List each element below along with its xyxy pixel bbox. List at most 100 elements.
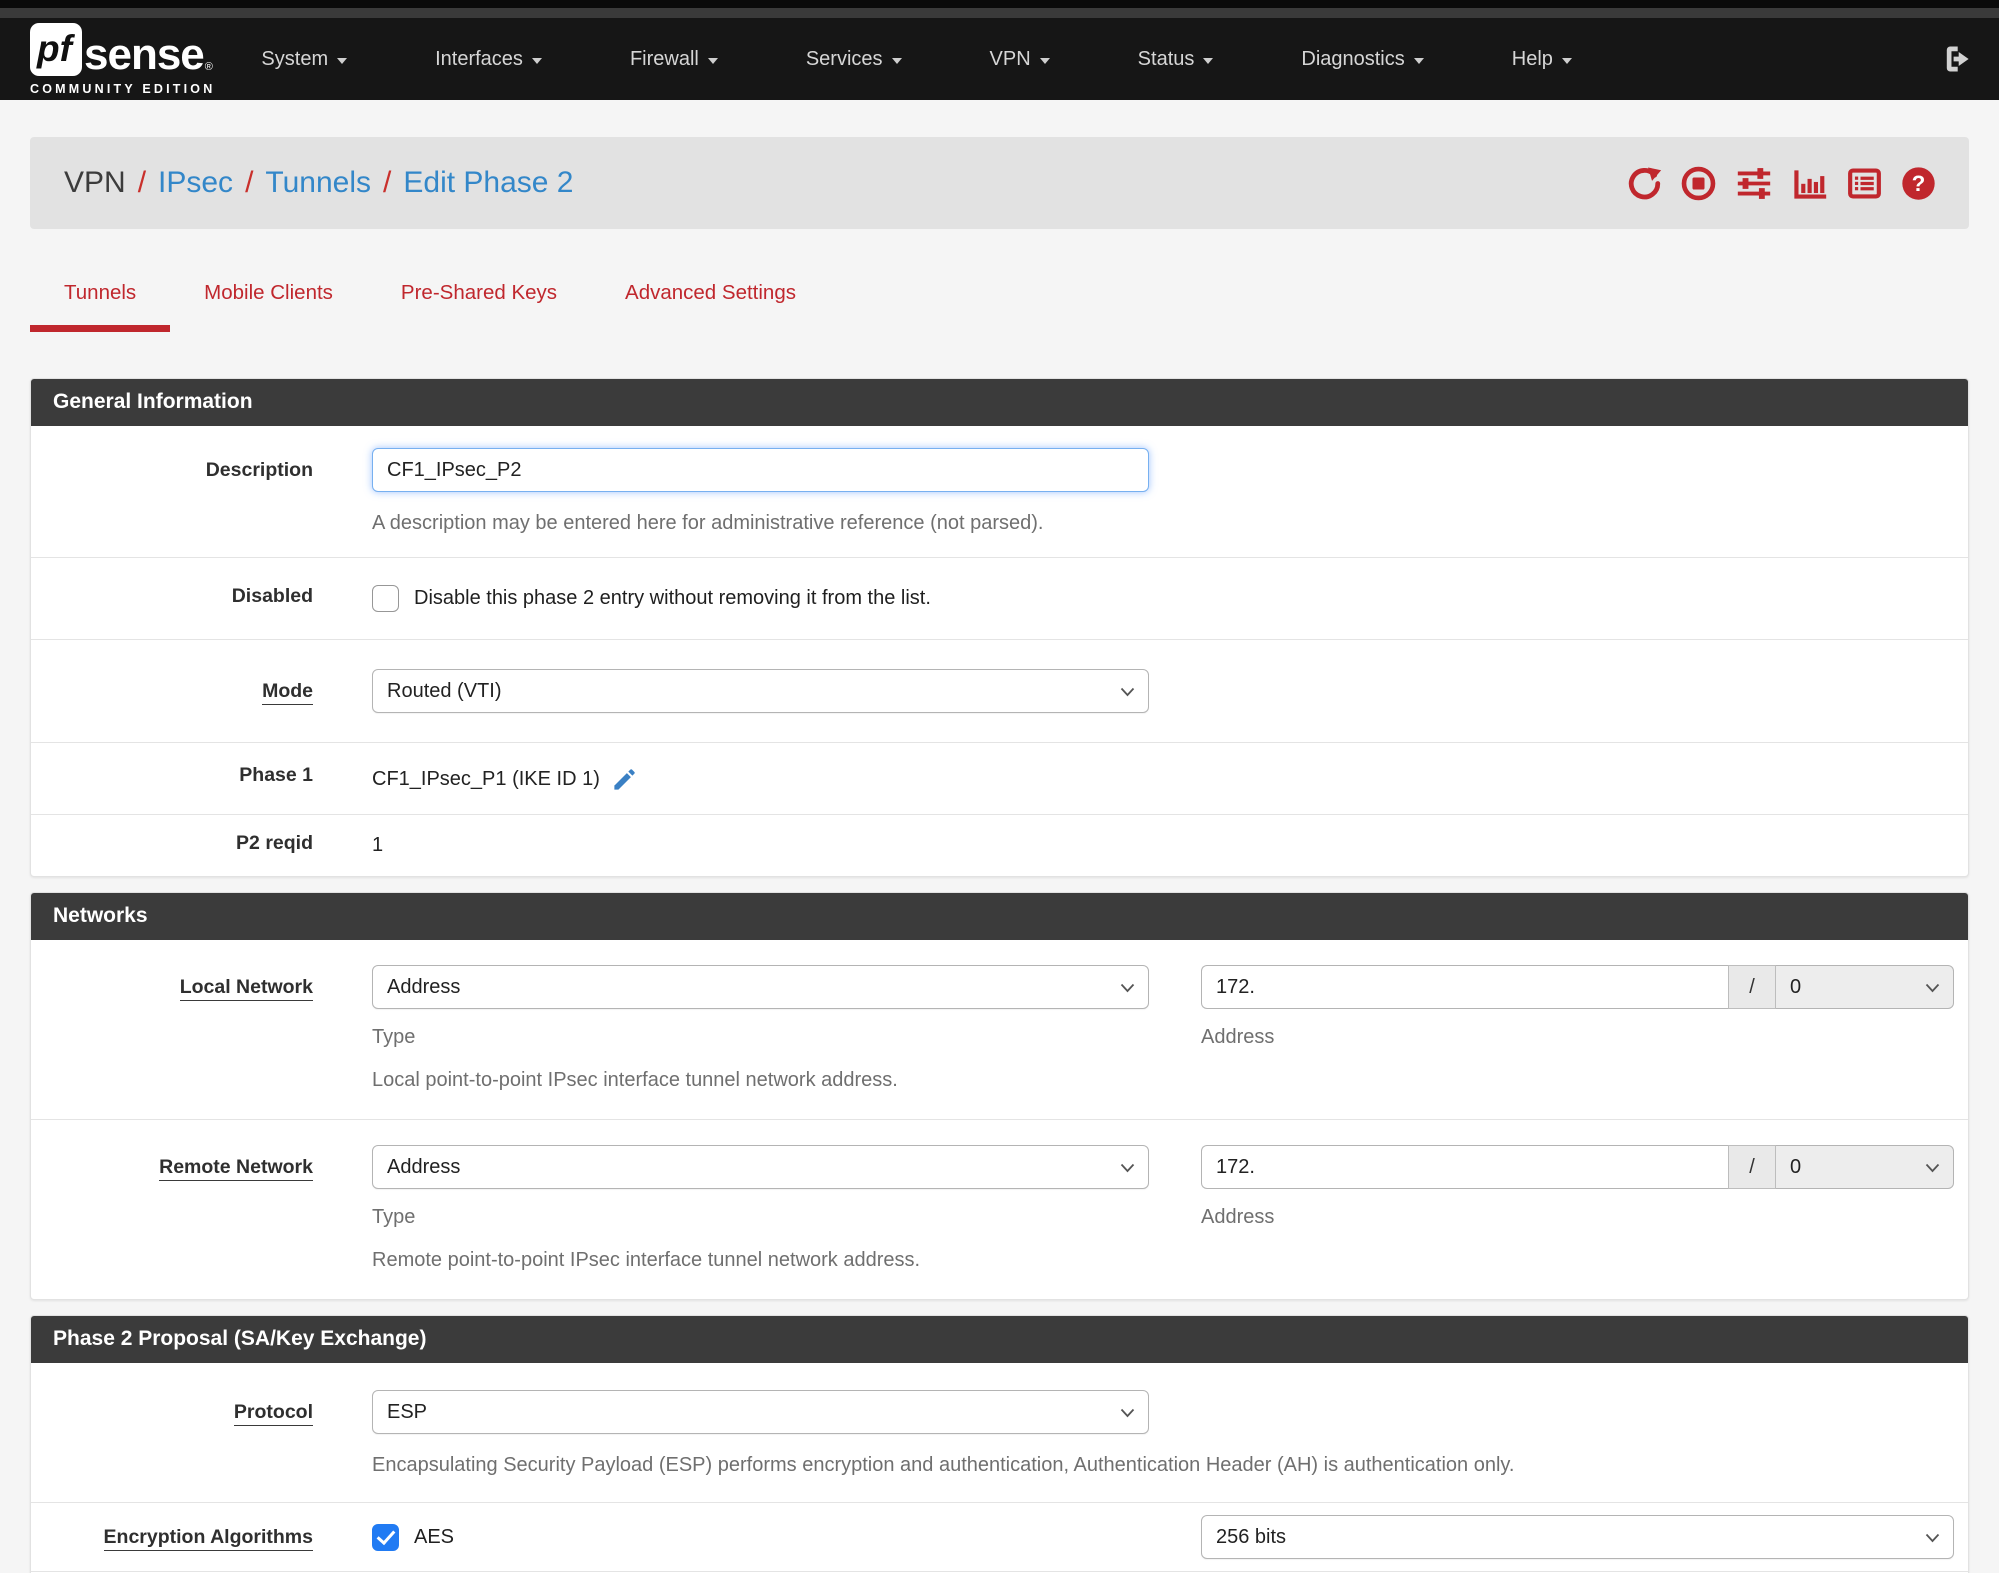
pfsense-logo-sense-text: sense [84,29,205,79]
chevron-down-icon [531,57,542,64]
description-help-text: A description may be entered here for ad… [372,512,1044,534]
main-menu: System Interfaces Firewall Services VPN … [261,47,1572,71]
pencil-icon [614,769,635,790]
nav-item-interfaces[interactable]: Interfaces [435,48,542,71]
nav-item-vpn[interactable]: VPN [990,48,1050,71]
nav-item-system-label: System [261,47,329,70]
nav-item-interfaces-label: Interfaces [435,47,523,70]
breadcrumb-bar: VPN / IPsec / Tunnels / Edit Phase 2 ? [30,137,1969,229]
tab-pre-shared-keys[interactable]: Pre-Shared Keys [367,269,591,332]
chevron-down-icon [707,57,718,64]
aes-checkbox[interactable] [372,1523,399,1551]
page-toolbar: ? [1626,165,1937,202]
phase1-label: Phase 1 [239,764,313,786]
remote-network-label: Remote Network [159,1156,313,1181]
remote-network-address-helper: Address [1201,1206,1275,1228]
local-network-slash-addon: / [1728,965,1776,1009]
protocol-select-value: ESP [387,1400,428,1423]
breadcrumb-separator: / [137,166,147,199]
mode-label: Mode [262,680,313,705]
aes-keylen-value: 256 bits [1216,1525,1287,1548]
tab-mobile-clients[interactable]: Mobile Clients [170,269,367,332]
tab-advanced-settings[interactable]: Advanced Settings [591,269,830,332]
pfsense-logo-pf-text: pf [37,28,72,69]
remote-network-help-text: Remote point-to-point IPsec interface tu… [372,1249,921,1271]
refresh-icon[interactable] [1626,165,1663,202]
signout-button[interactable] [1939,42,1975,76]
stop-circle-icon[interactable] [1680,165,1717,202]
nav-item-status[interactable]: Status [1138,48,1214,71]
protocol-select[interactable]: ESP [372,1390,1149,1434]
disabled-label: Disabled [231,585,313,607]
list-icon[interactable] [1846,165,1883,202]
description-input[interactable] [372,448,1149,492]
nav-item-firewall[interactable]: Firewall [630,48,718,71]
disabled-checkbox-label: Disable this phase 2 entry without remov… [414,587,931,609]
breadcrumb-ipsec-link[interactable]: IPsec [158,166,233,200]
disabled-checkbox[interactable] [372,585,399,612]
chevron-down-icon [1120,687,1135,697]
chevron-down-icon [1120,983,1135,993]
remote-network-type-helper: Type [372,1206,416,1228]
breadcrumb-separator: / [245,166,254,199]
help-icon[interactable]: ? [1900,165,1937,202]
nav-item-status-label: Status [1137,47,1195,70]
panel-networks: Networks Local Network Address Type Loca… [30,892,1969,1300]
disabled-checkbox-row: Disable this phase 2 entry without remov… [372,585,1954,612]
remote-network-type-value: Address [387,1155,461,1178]
bar-chart-icon[interactable] [1791,165,1829,202]
panel-phase2-proposal: Phase 2 Proposal (SA/Key Exchange) Proto… [30,1315,1969,1573]
remote-network-prefix-value: 0 [1790,1155,1802,1178]
tab-tunnels[interactable]: Tunnels [30,269,171,332]
form-row-protocol: Protocol ESP Encapsulating Security Payl… [31,1363,1968,1503]
local-network-help-text: Local point-to-point IPsec interface tun… [372,1069,898,1091]
aes-keylen-select[interactable]: 256 bits [1201,1515,1954,1559]
nav-item-system[interactable]: System [261,47,348,71]
form-row-mode: Mode Routed (VTI) [31,640,1968,743]
local-network-type-select[interactable]: Address [372,965,1149,1009]
breadcrumb-separator: / [383,166,392,199]
local-network-address-input[interactable] [1201,965,1728,1009]
chevron-down-icon [1925,1163,1940,1173]
mode-select-value: Routed (VTI) [387,679,502,702]
protocol-label: Protocol [233,1401,313,1426]
mode-select[interactable]: Routed (VTI) [372,669,1149,713]
edit-phase1-button[interactable] [611,766,638,793]
remote-network-type-select[interactable]: Address [372,1145,1149,1189]
breadcrumb-tunnels-link[interactable]: Tunnels [265,166,371,200]
nav-item-services[interactable]: Services [806,48,902,71]
sliders-icon[interactable] [1734,165,1774,202]
encryption-algorithms-label: Encryption Algorithms [103,1526,313,1551]
nav-item-help[interactable]: Help [1512,48,1572,71]
panel-header-phase2-proposal: Phase 2 Proposal (SA/Key Exchange) [31,1316,1968,1363]
chevron-down-icon [891,57,902,64]
form-row-phase1: Phase 1 CF1_IPsec_P1 (IKE ID 1) [31,743,1968,815]
breadcrumb-vpn: VPN [64,166,126,199]
chevron-down-icon [1925,1533,1940,1543]
nav-item-firewall-label: Firewall [629,47,699,70]
p2-reqid-label: P2 reqid [236,832,313,854]
svg-text:?: ? [1912,171,1926,196]
registered-mark: ® [204,60,213,73]
window-title-strip [0,8,1999,18]
nav-item-diagnostics[interactable]: Diagnostics [1301,48,1424,71]
nav-item-help-label: Help [1511,47,1553,70]
chevron-down-icon [1413,57,1424,64]
aes-checkbox-label: AES [414,1525,455,1548]
remote-network-prefix-select[interactable]: 0 [1776,1145,1954,1189]
pfsense-logo[interactable]: pf sense ® COMMUNITY EDITION [30,22,215,96]
breadcrumb: VPN / IPsec / Tunnels / Edit Phase 2 [64,166,574,200]
chevron-down-icon [1203,57,1214,64]
chevron-down-icon [337,57,348,64]
local-network-prefix-select[interactable]: 0 [1776,965,1954,1009]
form-row-description: Description A description may be entered… [31,426,1968,558]
local-network-type-value: Address [387,975,461,998]
chevron-down-icon [1561,57,1572,64]
local-network-address-group: / 0 [1201,965,1954,1009]
p2-reqid-value: 1 [372,834,384,856]
remote-network-address-group: / 0 [1201,1145,1954,1189]
remote-network-address-input[interactable] [1201,1145,1728,1189]
breadcrumb-edit-phase2-link[interactable]: Edit Phase 2 [403,166,573,200]
nav-item-services-label: Services [805,47,883,70]
local-network-label: Local Network [179,976,313,1001]
